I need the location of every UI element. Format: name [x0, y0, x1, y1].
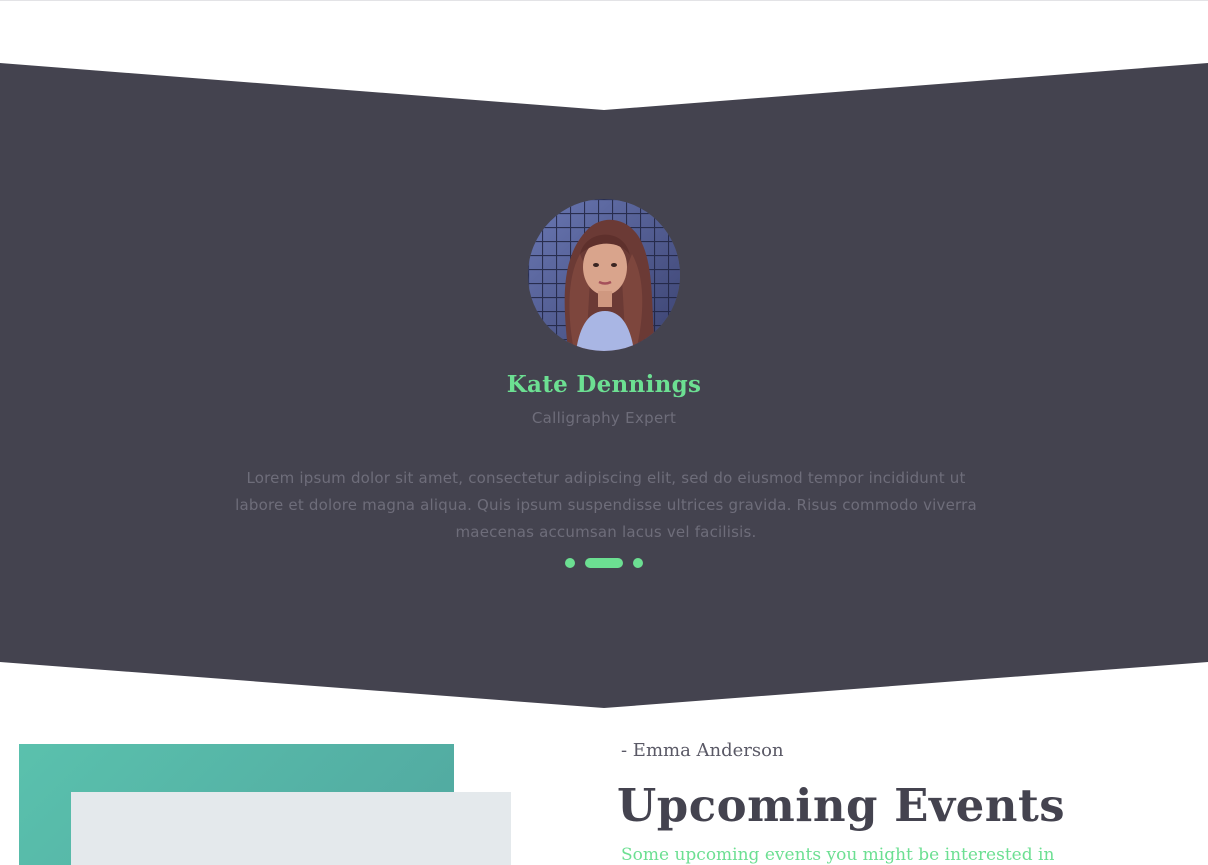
carousel-dot-active[interactable] — [585, 558, 623, 568]
top-divider — [0, 0, 1208, 1]
avatar-portrait-image — [528, 199, 680, 351]
carousel-dot[interactable] — [565, 558, 575, 568]
page: Kate Dennings Calligraphy Expert Lorem i… — [0, 0, 1208, 865]
testimonial-name: Kate Dennings — [506, 371, 702, 398]
carousel-pagination — [0, 558, 1208, 568]
section-title: Upcoming Events — [617, 779, 1066, 832]
testimonial-quote: Lorem ipsum dolor sit amet, consectetur … — [235, 469, 977, 541]
quote-author: - Emma Anderson — [621, 740, 784, 761]
carousel-dot[interactable] — [633, 558, 643, 568]
event-image — [71, 792, 511, 865]
testimonial-role: Calligraphy Expert — [531, 409, 677, 427]
avatar — [528, 199, 680, 351]
section-subtitle: Some upcoming events you might be intere… — [621, 845, 1055, 865]
